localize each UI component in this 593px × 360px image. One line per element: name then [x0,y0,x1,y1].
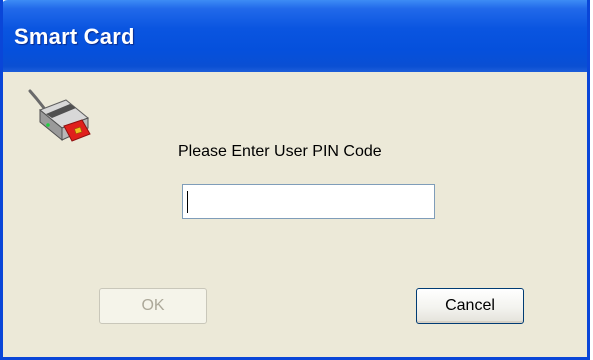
ok-button[interactable]: OK [99,288,207,324]
smart-card-dialog: Smart Card Please Enter User PIN Code OK… [0,0,590,360]
window-title: Smart Card [14,24,135,49]
dialog-body: Please Enter User PIN Code OK Cancel [3,72,587,357]
pin-prompt-label: Please Enter User PIN Code [178,143,382,160]
cancel-button[interactable]: Cancel [416,288,524,324]
pin-input[interactable] [182,184,435,219]
title-bar[interactable]: Smart Card [3,0,587,72]
text-caret [187,191,188,213]
smart-card-reader-icon [28,89,91,142]
